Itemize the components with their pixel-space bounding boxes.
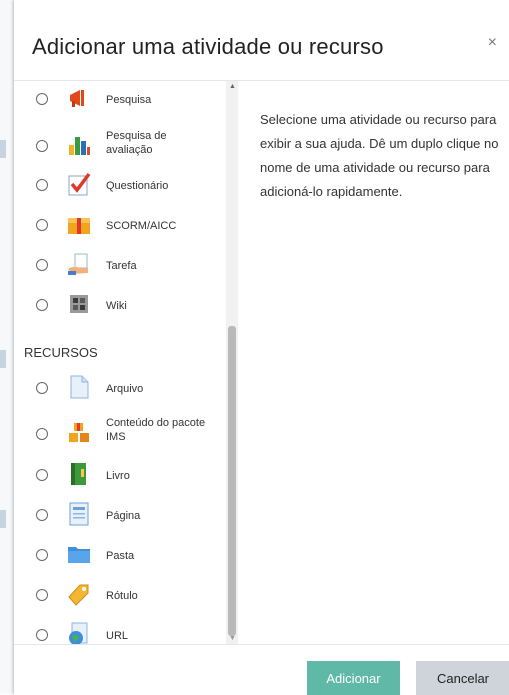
list-item-arquivo[interactable]: Arquivo	[14, 368, 224, 408]
dialog-footer: Adicionar Cancelar	[14, 644, 509, 695]
dialog-header: Adicionar uma atividade ou recurso ×	[14, 0, 509, 81]
option-label: Conteúdo do pacote IMS	[106, 417, 206, 443]
background-fragment	[0, 510, 6, 528]
list-item-ims[interactable]: Conteúdo do pacote IMS	[14, 408, 224, 448]
option-label: URL	[106, 630, 129, 642]
resources-heading: RECURSOS	[24, 345, 98, 360]
dialog-title: Adicionar uma atividade ou recurso	[32, 34, 384, 59]
radio-scorm[interactable]	[36, 219, 48, 231]
ims-package-icon	[69, 423, 89, 442]
scrollbar-thumb[interactable]	[228, 326, 236, 636]
page-icon	[69, 502, 89, 526]
radio-url[interactable]	[36, 629, 48, 641]
list-item-questionario[interactable]: Questionário	[14, 165, 224, 205]
bar-chart-icon	[69, 137, 90, 155]
radio-questionario[interactable]	[36, 179, 48, 191]
option-label: Pasta	[106, 550, 135, 562]
list-item-pesquisa[interactable]: Pesquisa	[14, 81, 224, 121]
option-label: Tarefa	[106, 260, 137, 272]
radio-livro[interactable]	[36, 469, 48, 481]
book-icon	[71, 463, 86, 485]
option-label: Questionário	[106, 180, 169, 192]
file-icon	[70, 375, 89, 399]
option-label: Arquivo	[106, 383, 144, 395]
radio-ims[interactable]	[36, 428, 48, 440]
option-label: Livro	[106, 470, 130, 482]
folder-icon	[68, 547, 90, 563]
radio-pagina[interactable]	[36, 509, 48, 521]
list-item-wiki[interactable]: Wiki	[14, 285, 224, 325]
scroll-down-icon[interactable]: ▼	[229, 635, 236, 642]
list-item-pasta[interactable]: Pasta	[14, 535, 224, 575]
background-fragment	[0, 350, 6, 368]
option-label: Wiki	[106, 300, 127, 312]
options-list: Pesquisa Pesquisa de avaliação Questioná…	[14, 81, 237, 644]
radio-pesquisa-avaliacao[interactable]	[36, 140, 48, 152]
checkmark-icon	[68, 172, 91, 196]
radio-rotulo[interactable]	[36, 589, 48, 601]
close-icon[interactable]: ×	[488, 34, 497, 52]
option-label: Pesquisa	[106, 94, 152, 106]
option-label: SCORM/AICC	[106, 220, 177, 232]
cancel-button[interactable]: Cancelar	[416, 661, 509, 695]
list-item-scorm[interactable]: SCORM/AICC	[14, 205, 224, 245]
scroll-up-icon[interactable]: ▲	[229, 83, 236, 90]
options-scrollbar[interactable]: ▲ ▼	[226, 81, 238, 644]
megaphone-icon	[70, 90, 84, 107]
option-label: Rótulo	[106, 590, 138, 602]
list-item-tarefa[interactable]: Tarefa	[14, 245, 224, 285]
list-item-url[interactable]: URL	[14, 615, 224, 644]
add-button[interactable]: Adicionar	[307, 661, 400, 695]
package-box-icon	[68, 218, 90, 234]
background-fragment	[0, 140, 6, 158]
add-activity-dialog: Adicionar uma atividade ou recurso × Pes…	[14, 0, 509, 695]
globe-url-icon	[69, 622, 88, 644]
list-item-rotulo[interactable]: Rótulo	[14, 575, 224, 615]
list-item-livro[interactable]: Livro	[14, 455, 224, 495]
tag-label-icon	[68, 584, 89, 606]
help-text: Selecione uma atividade ou recurso para …	[260, 112, 499, 199]
radio-pasta[interactable]	[36, 549, 48, 561]
hand-paper-icon	[68, 253, 88, 275]
option-label: Página	[106, 510, 141, 522]
radio-wiki[interactable]	[36, 299, 48, 311]
list-item-pagina[interactable]: Página	[14, 495, 224, 535]
list-item-pesquisa-avaliacao[interactable]: Pesquisa de avaliação	[14, 121, 224, 161]
option-label: Pesquisa de avaliação	[106, 130, 167, 156]
radio-tarefa[interactable]	[36, 259, 48, 271]
background-page-edge	[0, 0, 15, 694]
wiki-icon	[70, 295, 88, 313]
radio-pesquisa[interactable]	[36, 93, 48, 105]
radio-arquivo[interactable]	[36, 382, 48, 394]
